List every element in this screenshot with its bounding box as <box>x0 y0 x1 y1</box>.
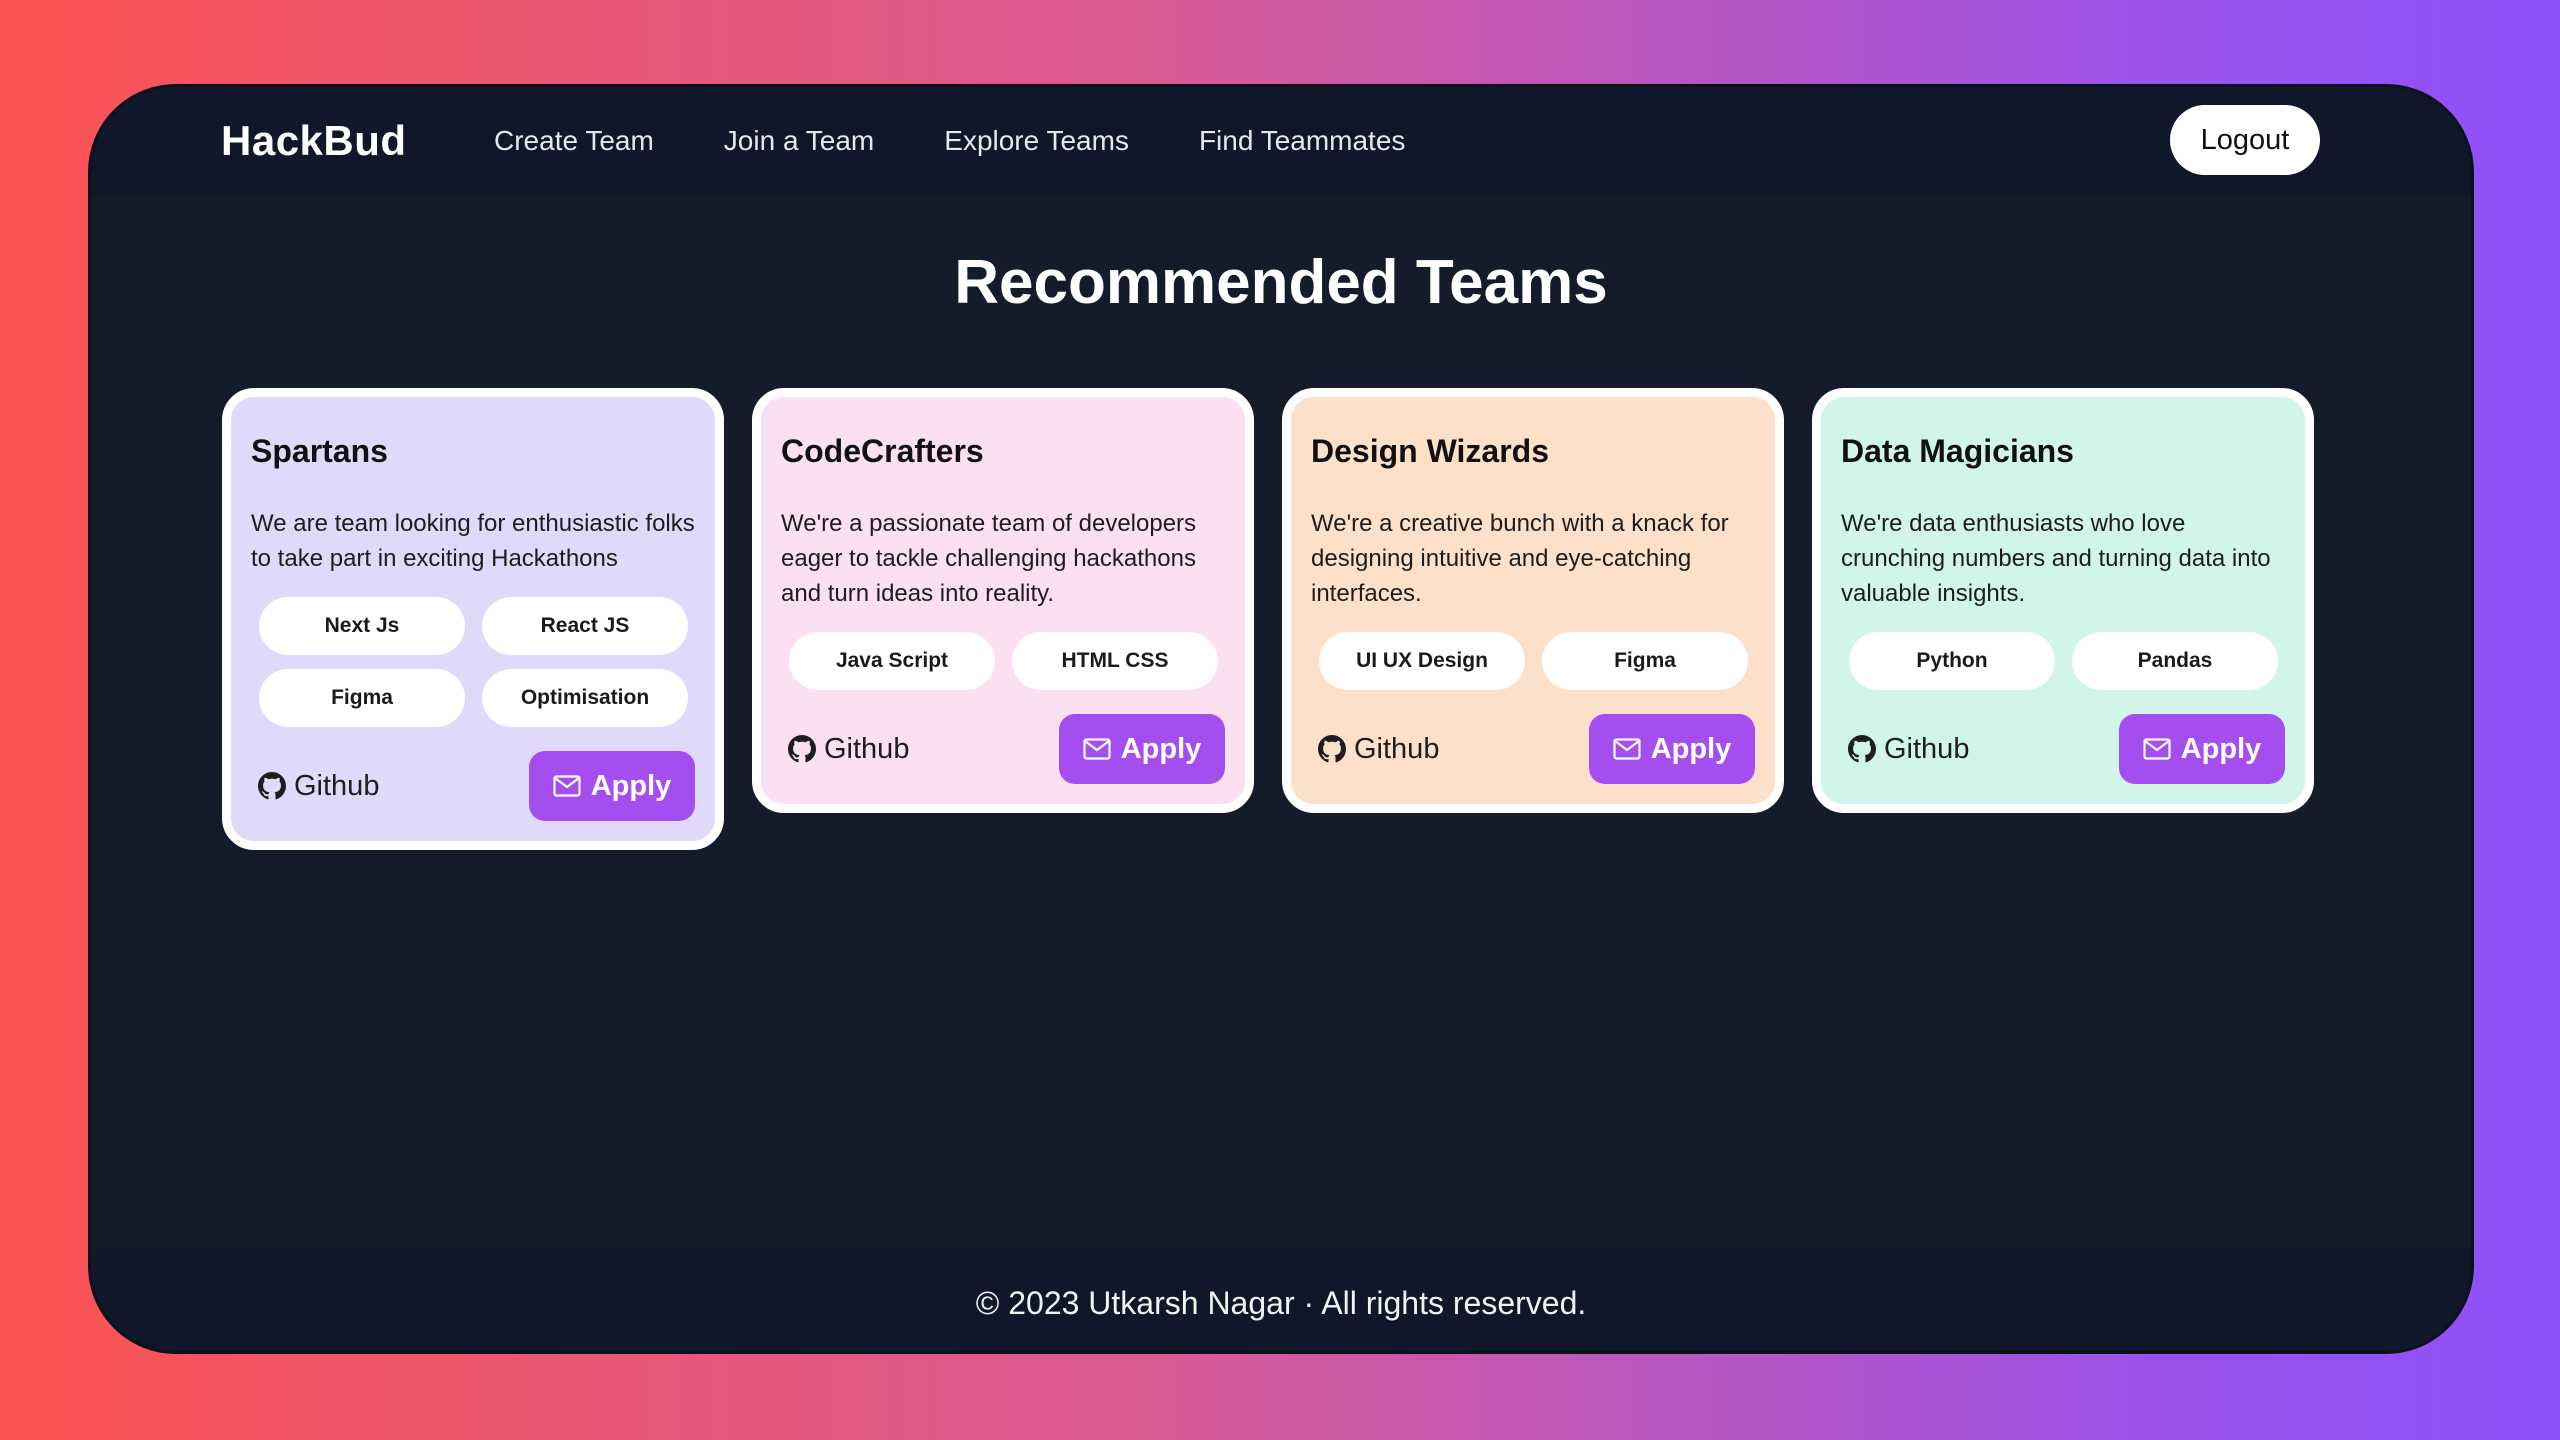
github-label: Github <box>824 732 910 765</box>
mail-icon <box>553 775 581 797</box>
mail-icon <box>1613 738 1641 760</box>
apply-button[interactable]: Apply <box>529 751 695 821</box>
github-label: Github <box>1884 732 1970 765</box>
apply-label: Apply <box>2180 732 2262 765</box>
copyright-text: © 2023 Utkarsh Nagar · All rights reserv… <box>975 1284 1587 1321</box>
github-link[interactable]: Github <box>788 733 909 766</box>
skill-tag: Optimisation <box>482 669 688 727</box>
github-label: Github <box>1354 732 1440 765</box>
logout-button[interactable]: Logout <box>2170 105 2320 175</box>
skill-tag: Next Js <box>259 597 465 655</box>
apply-label: Apply <box>590 769 672 802</box>
team-description: We are team looking for enthusiastic fol… <box>251 510 695 572</box>
team-card-design-wizards: Design Wizards We're a creative bunch wi… <box>1282 388 1784 813</box>
navbar: HackBud Create Team Join a Team Explore … <box>91 87 2471 195</box>
apply-label: Apply <box>1650 732 1732 765</box>
skill-tags: Python Pandas <box>1841 632 2285 690</box>
team-card-codecrafters: CodeCrafters We're a passionate team of … <box>752 388 1254 813</box>
skill-tags: Java Script HTML CSS <box>781 632 1225 690</box>
team-name: Design Wizards <box>1311 433 1549 469</box>
team-description: We're data enthusiasts who love crunchin… <box>1841 510 2271 607</box>
github-icon <box>258 772 286 800</box>
card-footer: Github Apply <box>1841 714 2285 784</box>
app-window: HackBud Create Team Join a Team Explore … <box>88 84 2474 1354</box>
card-footer: Github Apply <box>781 714 1225 784</box>
skill-tags: Next Js React JS Figma Optimisation <box>251 597 695 727</box>
page-footer: © 2023 Utkarsh Nagar · All rights reserv… <box>91 1249 2471 1351</box>
team-name: Spartans <box>251 433 388 469</box>
mail-icon <box>1083 738 1111 760</box>
github-link[interactable]: Github <box>1848 733 1969 766</box>
team-card-spartans: Spartans We are team looking for enthusi… <box>222 388 724 850</box>
card-footer: Github Apply <box>1311 714 1755 784</box>
github-icon <box>1848 735 1876 763</box>
nav-explore-teams[interactable]: Explore Teams <box>944 125 1129 157</box>
nav-create-team[interactable]: Create Team <box>494 125 654 157</box>
skill-tag: Pandas <box>2072 632 2278 690</box>
team-name: Data Magicians <box>1841 433 2074 469</box>
skill-tag: Java Script <box>789 632 995 690</box>
apply-label: Apply <box>1120 732 1202 765</box>
page-title: Recommended Teams <box>954 248 1608 317</box>
skill-tag: Figma <box>1542 632 1748 690</box>
github-icon <box>788 735 816 763</box>
apply-button[interactable]: Apply <box>2119 714 2285 784</box>
team-description: We're a passionate team of developers ea… <box>781 510 1197 607</box>
skill-tag: React JS <box>482 597 688 655</box>
card-footer: Github Apply <box>251 751 695 821</box>
skill-tag: HTML CSS <box>1012 632 1218 690</box>
team-name: CodeCrafters <box>781 433 984 469</box>
nav-join-team[interactable]: Join a Team <box>724 125 874 157</box>
github-link[interactable]: Github <box>258 770 379 803</box>
team-card-data-magicians: Data Magicians We're data enthusiasts wh… <box>1812 388 2314 813</box>
github-link[interactable]: Github <box>1318 733 1439 766</box>
skill-tag: Python <box>1849 632 2055 690</box>
team-description: We're a creative bunch with a knack for … <box>1311 510 1729 607</box>
brand-logo[interactable]: HackBud <box>221 117 407 165</box>
skill-tags: UI UX Design Figma <box>1311 632 1755 690</box>
nav-links: Create Team Join a Team Explore Teams Fi… <box>494 87 1405 195</box>
github-label: Github <box>294 769 380 802</box>
apply-button[interactable]: Apply <box>1589 714 1755 784</box>
mail-icon <box>2143 738 2171 760</box>
github-icon <box>1318 735 1346 763</box>
skill-tag: Figma <box>259 669 465 727</box>
skill-tag: UI UX Design <box>1319 632 1525 690</box>
nav-find-teammates[interactable]: Find Teammates <box>1199 125 1405 157</box>
apply-button[interactable]: Apply <box>1059 714 1225 784</box>
